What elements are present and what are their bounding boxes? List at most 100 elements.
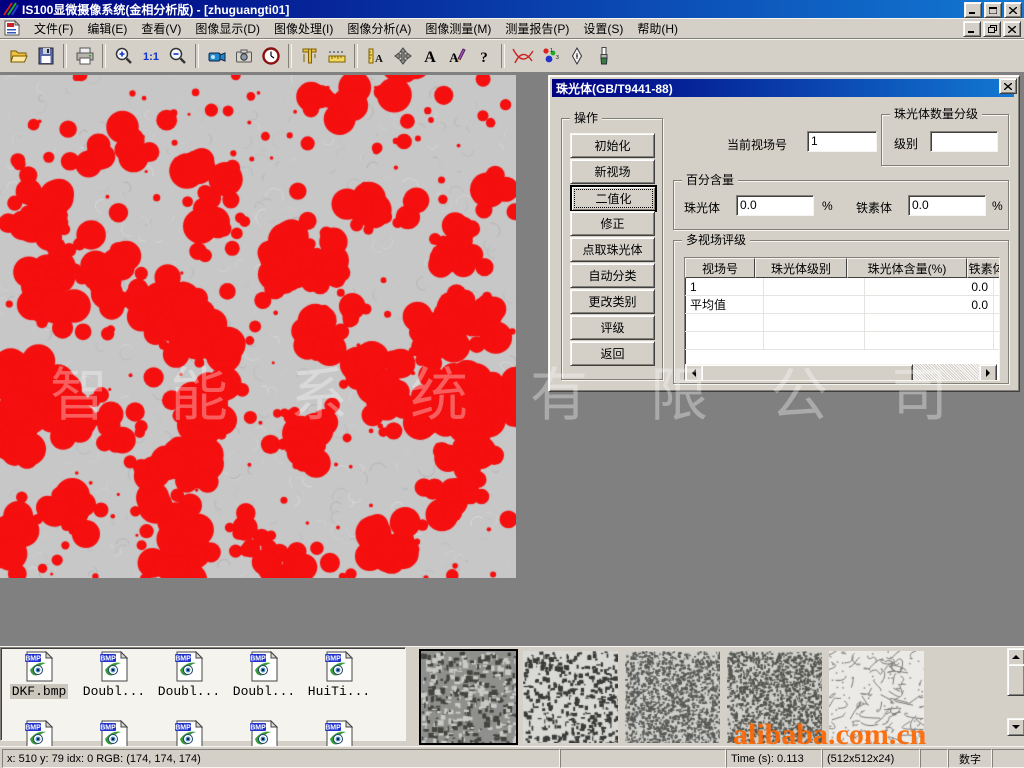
svg-text:BMP: BMP bbox=[25, 656, 41, 663]
menu-image-analysis[interactable]: 图像分析(A) bbox=[340, 18, 418, 39]
mdi-close-button[interactable] bbox=[1003, 21, 1021, 37]
hscroll-thumb[interactable] bbox=[701, 364, 913, 381]
auto-classify-button[interactable]: 自动分类 bbox=[570, 263, 655, 288]
file-item[interactable]: BMP bbox=[77, 719, 151, 741]
file-item[interactable]: BMPDoubl... bbox=[152, 650, 226, 699]
menu-image-measure[interactable]: 图像测量(M) bbox=[418, 18, 498, 39]
curve-icon bbox=[511, 46, 535, 66]
pan-button[interactable] bbox=[389, 43, 416, 68]
grading-group-label: 珠光体数量分级 bbox=[890, 107, 982, 121]
table-hscrollbar[interactable] bbox=[685, 364, 997, 380]
caliper-button[interactable] bbox=[296, 43, 323, 68]
operation-group: 操作 初始化 新视场 二值化 修正 点取珠光体 自动分类 更改类别 评级 返回 bbox=[561, 118, 663, 380]
menu-measure-report[interactable]: 测量报告(P) bbox=[498, 18, 576, 39]
zoom-in-button[interactable] bbox=[110, 43, 137, 68]
menu-edit[interactable]: 编辑(E) bbox=[80, 18, 134, 39]
menu-image-processing[interactable]: 图像处理(I) bbox=[267, 18, 340, 39]
file-item[interactable]: BMP bbox=[2, 719, 76, 741]
pearlite-input[interactable]: 0.0 bbox=[736, 195, 814, 216]
file-item[interactable]: BMP bbox=[302, 719, 376, 741]
initialize-button[interactable]: 初始化 bbox=[570, 133, 655, 158]
status-empty-1 bbox=[560, 749, 726, 768]
curve-tool-button[interactable] bbox=[509, 43, 536, 68]
binarize-button[interactable]: 二值化 bbox=[570, 185, 657, 212]
thumbnail-4[interactable] bbox=[727, 651, 822, 743]
text-annotation-button[interactable]: A bbox=[416, 43, 443, 68]
maximize-button[interactable] bbox=[984, 2, 1002, 18]
close-icon bbox=[1004, 83, 1012, 90]
col-ferrite-content[interactable]: 铁素体含量(%) bbox=[967, 258, 1000, 278]
level-input[interactable] bbox=[930, 131, 998, 152]
help-button[interactable]: ? bbox=[470, 43, 497, 68]
svg-text:A: A bbox=[375, 53, 383, 65]
dialog-close-button[interactable] bbox=[999, 78, 1017, 94]
close-button[interactable] bbox=[1004, 2, 1022, 18]
micrograph-image[interactable] bbox=[0, 75, 516, 578]
mdi-minimize-button[interactable] bbox=[963, 21, 981, 37]
table-row[interactable]: 1 0.0 bbox=[685, 278, 999, 296]
return-button[interactable]: 返回 bbox=[570, 341, 655, 366]
svg-text:BMP: BMP bbox=[175, 656, 191, 663]
print-button[interactable] bbox=[71, 43, 98, 68]
thumbnail-1[interactable] bbox=[421, 651, 516, 743]
dialog-title: 珠光体(GB/T9441-88) bbox=[556, 80, 673, 97]
measure-label-button[interactable]: A bbox=[362, 43, 389, 68]
timer-button[interactable] bbox=[257, 43, 284, 68]
col-pearlite-content[interactable]: 珠光体含量(%) bbox=[847, 258, 967, 278]
pen-tool-button[interactable] bbox=[563, 43, 590, 68]
file-item[interactable]: BMPDKF.bmp bbox=[2, 650, 76, 699]
file-item[interactable]: BMPHuiTi... bbox=[302, 650, 376, 699]
percent-group-label: 百分含量 bbox=[682, 173, 738, 187]
menu-help[interactable]: 帮助(H) bbox=[630, 18, 685, 39]
brush-icon bbox=[594, 46, 614, 66]
floppy-icon bbox=[36, 46, 56, 66]
edit-annotation-button[interactable]: A bbox=[443, 43, 470, 68]
question-mark-icon: ? bbox=[474, 46, 494, 66]
ferrite-input[interactable]: 0.0 bbox=[908, 195, 986, 216]
minimize-button[interactable] bbox=[964, 2, 982, 18]
menu-view[interactable]: 查看(V) bbox=[134, 18, 188, 39]
table-row[interactable]: 平均值 0.0 bbox=[685, 296, 999, 314]
file-item[interactable]: BMPDoubl... bbox=[77, 650, 151, 699]
menu-settings[interactable]: 设置(S) bbox=[576, 18, 630, 39]
file-item[interactable]: BMP bbox=[152, 719, 226, 741]
menu-file[interactable]: 文件(F) bbox=[27, 18, 80, 39]
current-view-input[interactable]: 1 bbox=[807, 131, 877, 152]
ruler-icon bbox=[327, 46, 347, 66]
printer-icon bbox=[75, 46, 95, 66]
svg-text:BMP: BMP bbox=[100, 656, 116, 663]
window-title: IS100显微摄像系统(金相分析版) - [zhuguangti01] bbox=[22, 1, 289, 18]
actual-size-button[interactable]: 1:1 bbox=[137, 43, 164, 68]
col-field-number[interactable]: 视场号 bbox=[685, 258, 755, 278]
file-item[interactable]: BMP bbox=[227, 719, 301, 741]
scroll-right-button[interactable] bbox=[979, 364, 997, 381]
open-button[interactable] bbox=[5, 43, 32, 68]
phase-particles-button[interactable]: 13 bbox=[536, 43, 563, 68]
dialog-title-bar: 珠光体(GB/T9441-88) bbox=[552, 79, 1014, 97]
new-field-button[interactable]: 新视场 bbox=[570, 159, 655, 184]
change-class-button[interactable]: 更改类别 bbox=[570, 289, 655, 314]
grade-button[interactable]: 评级 bbox=[570, 315, 655, 340]
svg-text:BMP: BMP bbox=[250, 725, 266, 732]
save-button[interactable] bbox=[32, 43, 59, 68]
mdi-restore-button[interactable] bbox=[983, 21, 1001, 37]
brush-tool-button[interactable] bbox=[590, 43, 617, 68]
menu-bar: 文件(F) 编辑(E) 查看(V) 图像显示(D) 图像处理(I) 图像分析(A… bbox=[0, 18, 1024, 39]
video-capture-button[interactable] bbox=[203, 43, 230, 68]
thumbnail-5[interactable] bbox=[829, 651, 924, 743]
menu-image-display[interactable]: 图像显示(D) bbox=[188, 18, 267, 39]
ferrite-unit: % bbox=[992, 199, 1003, 213]
table-row-empty bbox=[685, 332, 999, 350]
zoom-out-button[interactable] bbox=[164, 43, 191, 68]
correct-button[interactable]: 修正 bbox=[570, 211, 655, 236]
file-item[interactable]: BMPDoubl... bbox=[227, 650, 301, 699]
ruler-button[interactable] bbox=[323, 43, 350, 68]
file-browser: BMPDKF.bmp BMPDoubl... BMPDoubl... BMPDo… bbox=[0, 647, 406, 741]
camera-capture-button[interactable] bbox=[230, 43, 257, 68]
pick-pearlite-button[interactable]: 点取珠光体 bbox=[570, 237, 655, 262]
toolbar: 1:1 A A A ? 13 bbox=[0, 39, 1024, 73]
thumbnail-2[interactable] bbox=[523, 651, 618, 743]
thumbnail-3[interactable] bbox=[625, 651, 720, 743]
left-arrow-icon bbox=[692, 369, 696, 377]
col-pearlite-grade[interactable]: 珠光体级别 bbox=[755, 258, 847, 278]
